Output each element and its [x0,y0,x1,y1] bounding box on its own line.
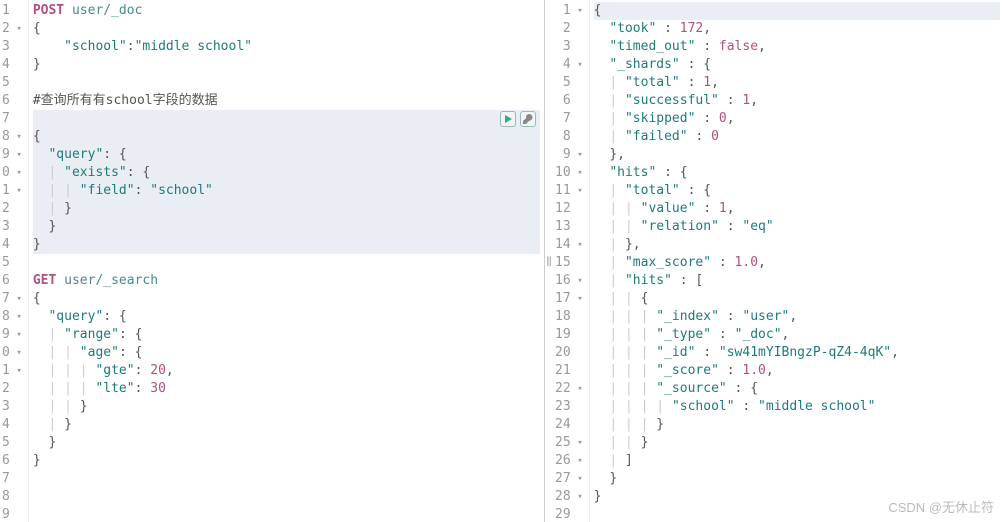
line-number: 13 [555,218,583,236]
line-number: 9 [2,506,22,522]
fold-toggle-icon[interactable]: ▾ [12,20,22,38]
line-number: 8▾ [2,128,22,146]
line-number: 1▾ [555,2,583,20]
fold-toggle-icon[interactable]: ▾ [573,488,583,506]
line-number: 5 [2,254,22,272]
line-number: 7▾ [2,290,22,308]
fold-toggle-icon[interactable]: ▾ [573,470,583,488]
fold-toggle-icon[interactable]: ▾ [573,56,583,74]
fold-toggle-icon[interactable]: ▾ [573,182,583,200]
line-number: 5 [555,74,583,92]
line-number: 9▾ [555,146,583,164]
fold-toggle-icon[interactable]: ▾ [12,182,22,200]
fold-toggle-icon[interactable]: ▾ [573,2,583,20]
line-number: 1▾ [2,362,22,380]
active-request-line[interactable]: GET user/_search [33,110,540,128]
line-number: 11▾ [555,182,583,200]
fold-toggle-icon[interactable]: ▾ [12,290,22,308]
left-gutter: 12▾345678▾9▾0▾1▾234567▾8▾9▾0▾1▾234567890 [0,0,29,522]
run-button[interactable] [500,111,516,127]
fold-toggle-icon[interactable]: ▾ [12,146,22,164]
fold-toggle-icon[interactable]: ▾ [573,272,583,290]
line-number: 29 [555,506,583,522]
line-number: 1▾ [2,182,22,200]
line-number: 14▾ [555,236,583,254]
comment-text: #查询所有有school字段的数据 [33,93,218,108]
line-number: 7 [2,110,22,128]
http-method: GET [33,273,56,288]
line-number: 2 [2,200,22,218]
line-number: 8▾ [2,308,22,326]
wrench-icon[interactable] [520,111,536,127]
line-number: 3 [2,38,22,56]
fold-toggle-icon[interactable]: ▾ [573,290,583,308]
line-number: 24 [555,416,583,434]
line-number: 15 [555,254,583,272]
fold-toggle-icon[interactable]: ▾ [12,344,22,362]
line-number: 6 [2,452,22,470]
fold-toggle-icon[interactable]: ▾ [12,326,22,344]
line-number: 10▾ [555,164,583,182]
pane-splitter[interactable]: ‖ [545,0,553,522]
left-code[interactable]: POST user/_doc { "school":"middle school… [29,0,544,522]
line-number: 2 [555,20,583,38]
http-path: user/_search [64,273,158,288]
line-number: 28▾ [555,488,583,506]
line-number: 3 [555,38,583,56]
line-number: 9▾ [2,146,22,164]
line-number: 4▾ [555,56,583,74]
line-number: 7 [555,110,583,128]
line-number: 2 [2,380,22,398]
line-number: 16▾ [555,272,583,290]
line-number: 26▾ [555,452,583,470]
fold-toggle-icon[interactable]: ▾ [12,308,22,326]
line-number: 23 [555,398,583,416]
http-path: user/_doc [72,3,142,18]
line-number: 17▾ [555,290,583,308]
fold-toggle-icon[interactable]: ▾ [573,380,583,398]
line-number: 9▾ [2,326,22,344]
line-number: 6 [2,92,22,110]
line-number: 19 [555,326,583,344]
fold-toggle-icon[interactable]: ▾ [12,128,22,146]
line-number: 7 [2,470,22,488]
line-number: 27▾ [555,470,583,488]
line-number: 20 [555,344,583,362]
line-number: 5 [2,74,22,92]
right-gutter: 1▾234▾56789▾10▾11▾121314▾1516▾17▾1819202… [553,0,590,522]
request-editor-pane: 12▾345678▾9▾0▾1▾234567▾8▾9▾0▾1▾234567890… [0,0,545,522]
line-number: 0▾ [2,164,22,182]
response-pane: 1▾234▾56789▾10▾11▾121314▾1516▾17▾1819202… [553,0,1004,522]
line-number: 4 [2,236,22,254]
line-number: 0▾ [2,344,22,362]
line-number: 5 [2,434,22,452]
response-viewer[interactable]: 1▾234▾56789▾10▾11▾121314▾1516▾17▾1819202… [553,0,1004,522]
line-number: 6 [2,272,22,290]
fold-toggle-icon[interactable]: ▾ [573,434,583,452]
line-number: 8 [2,488,22,506]
line-number: 21 [555,362,583,380]
line-number: 12 [555,200,583,218]
line-number: 4 [2,56,22,74]
line-number: 3 [2,218,22,236]
fold-toggle-icon[interactable]: ▾ [573,452,583,470]
fold-toggle-icon[interactable]: ▾ [12,362,22,380]
line-number: 18 [555,308,583,326]
fold-toggle-icon[interactable]: ▾ [573,164,583,182]
line-number: 8 [555,128,583,146]
fold-toggle-icon[interactable]: ▾ [573,236,583,254]
line-number: 6 [555,92,583,110]
line-number: 2▾ [2,20,22,38]
line-number: 3 [2,398,22,416]
line-number: 22▾ [555,380,583,398]
line-number: 4 [2,416,22,434]
line-number: 25▾ [555,434,583,452]
request-editor[interactable]: 12▾345678▾9▾0▾1▾234567▾8▾9▾0▾1▾234567890… [0,0,544,522]
line-number: 1 [2,2,22,20]
http-method: POST [33,3,64,18]
right-code: { "took" : 172, "timed_out" : false, "_s… [590,0,1004,522]
fold-toggle-icon[interactable]: ▾ [12,164,22,182]
splitter-handle-icon: ‖ [546,256,552,267]
fold-toggle-icon[interactable]: ▾ [573,146,583,164]
